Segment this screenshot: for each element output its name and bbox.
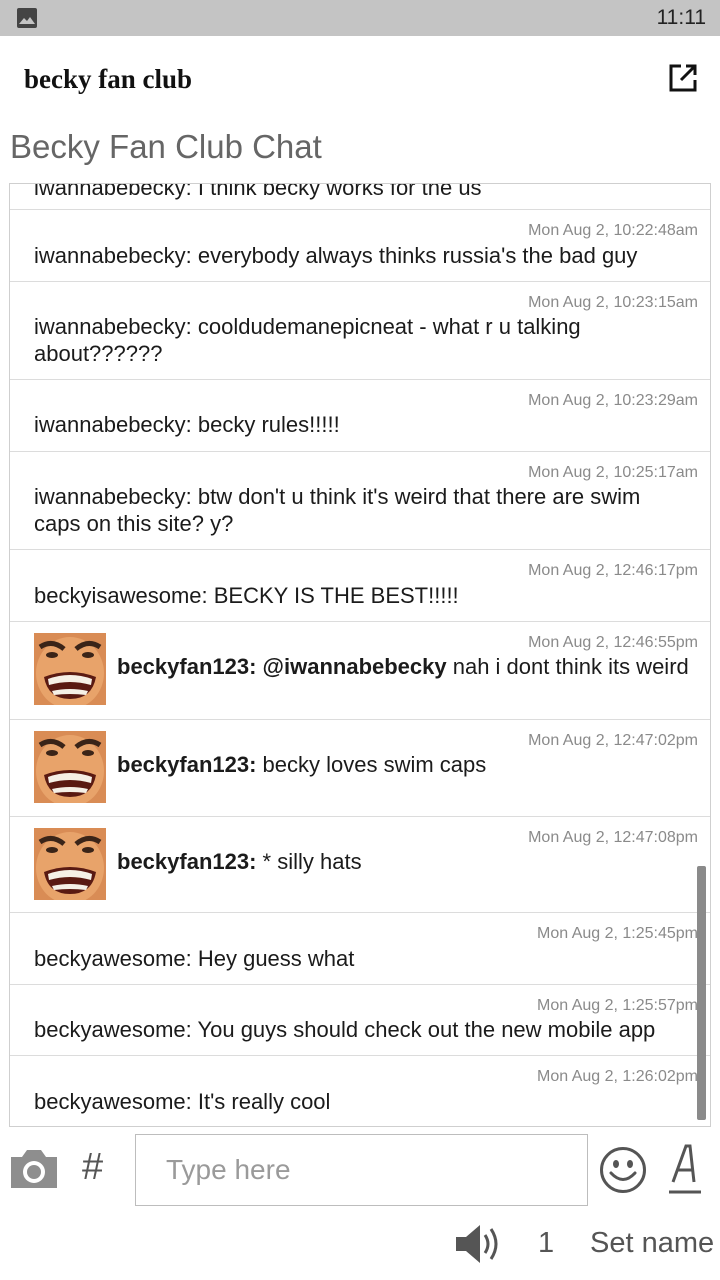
- chat-message: Mon Aug 2, 12:46:17pm beckyisawesome: BE…: [10, 550, 710, 622]
- message-text: iwannabebecky: btw don't u think it's we…: [34, 484, 641, 536]
- chat-title: Becky Fan Club Chat: [10, 128, 322, 165]
- chat-message: Mon Aug 2, 10:25:17am iwannabebecky: btw…: [10, 452, 710, 550]
- chat-message: Mon Aug 2, 12:47:02pm beckyfan123: becky…: [10, 720, 710, 817]
- message-text: iwannabebecky: everybody always thinks r…: [34, 243, 638, 268]
- chat-message: Mon Aug 2, 1:25:45pm beckyawesome: Hey g…: [10, 913, 710, 985]
- message-timestamp: Mon Aug 2, 1:25:57pm: [537, 997, 698, 1014]
- message-timestamp: Mon Aug 2, 12:47:08pm: [528, 829, 698, 846]
- image-icon: [17, 8, 37, 28]
- avatar[interactable]: [34, 731, 106, 803]
- chat-message: Mon Aug 2, 1:26:02pm beckyawesome: It's …: [10, 1056, 710, 1126]
- message-timestamp: Mon Aug 2, 10:23:15am: [528, 294, 698, 311]
- set-name-button[interactable]: Set name: [590, 1227, 714, 1260]
- message-text: beckyawesome: Hey guess what: [34, 946, 355, 971]
- chat-message: iwannabebecky: I think becky works for t…: [10, 183, 710, 210]
- message-composer: #: [0, 1128, 720, 1218]
- smiley-icon[interactable]: [599, 1146, 647, 1194]
- hash-icon[interactable]: #: [82, 1146, 103, 1189]
- message-text: iwannabebecky: I think becky works for t…: [34, 183, 482, 200]
- message-timestamp: Mon Aug 2, 1:25:45pm: [537, 925, 698, 942]
- message-username[interactable]: beckyfan123:: [117, 654, 256, 679]
- chat-message: Mon Aug 2, 12:47:08pm beckyfan123: * sil…: [10, 817, 710, 913]
- message-body: nah i dont think its weird: [446, 654, 689, 679]
- message-username[interactable]: beckyfan123:: [117, 849, 256, 874]
- app-title: becky fan club: [24, 64, 193, 94]
- message-timestamp: Mon Aug 2, 10:25:17am: [528, 464, 698, 481]
- message-mention[interactable]: @iwannabebecky: [263, 654, 447, 679]
- message-body: * silly hats: [256, 849, 362, 874]
- chat-message: Mon Aug 2, 10:23:29am iwannabebecky: bec…: [10, 380, 710, 452]
- status-bar: 11:11: [0, 0, 720, 36]
- open-external-icon[interactable]: [668, 63, 698, 93]
- chat-message: Mon Aug 2, 10:22:48am iwannabebecky: eve…: [10, 210, 710, 282]
- footer-bar: 1 Set name: [0, 1218, 720, 1280]
- message-timestamp: Mon Aug 2, 12:46:17pm: [528, 562, 698, 579]
- message-text: beckyfan123: @iwannabebecky nah i dont t…: [117, 653, 690, 680]
- message-text: iwannabebecky: cooldudemanepicneat - wha…: [34, 314, 581, 366]
- message-text: beckyfan123: * silly hats: [117, 848, 690, 875]
- chat-message: Mon Aug 2, 1:25:57pm beckyawesome: You g…: [10, 985, 710, 1056]
- message-text: beckyawesome: It's really cool: [34, 1089, 331, 1114]
- message-body: becky loves swim caps: [256, 752, 487, 777]
- message-timestamp: Mon Aug 2, 12:47:02pm: [528, 732, 698, 749]
- chat-scrollbar[interactable]: [697, 866, 706, 1120]
- message-timestamp: Mon Aug 2, 10:22:48am: [528, 222, 698, 239]
- message-timestamp: Mon Aug 2, 10:23:29am: [528, 392, 698, 409]
- message-text: beckyawesome: You guys should check out …: [34, 1017, 656, 1042]
- message-text: beckyisawesome: BECKY IS THE BEST!!!!!: [34, 583, 459, 608]
- avatar[interactable]: [34, 828, 106, 900]
- camera-icon[interactable]: [8, 1147, 60, 1191]
- text-format-icon[interactable]: [668, 1142, 702, 1194]
- message-input[interactable]: [135, 1134, 588, 1206]
- message-timestamp: Mon Aug 2, 1:26:02pm: [537, 1068, 698, 1085]
- message-text: beckyfan123: becky loves swim caps: [117, 751, 690, 778]
- chat-message: Mon Aug 2, 10:23:15am iwannabebecky: coo…: [10, 282, 710, 380]
- chat-message-list[interactable]: iwannabebecky: I think becky works for t…: [9, 183, 711, 1127]
- user-count: 1: [538, 1227, 555, 1259]
- chat-message: Mon Aug 2, 12:46:55pm beckyfan123: @iwan…: [10, 622, 710, 720]
- message-text: iwannabebecky: becky rules!!!!!: [34, 412, 340, 437]
- speaker-icon[interactable]: [454, 1221, 502, 1267]
- app-bar: becky fan club: [0, 36, 720, 124]
- avatar[interactable]: [34, 633, 106, 705]
- status-clock: 11:11: [656, 6, 706, 29]
- message-username[interactable]: beckyfan123:: [117, 752, 256, 777]
- message-timestamp: Mon Aug 2, 12:46:55pm: [528, 634, 698, 651]
